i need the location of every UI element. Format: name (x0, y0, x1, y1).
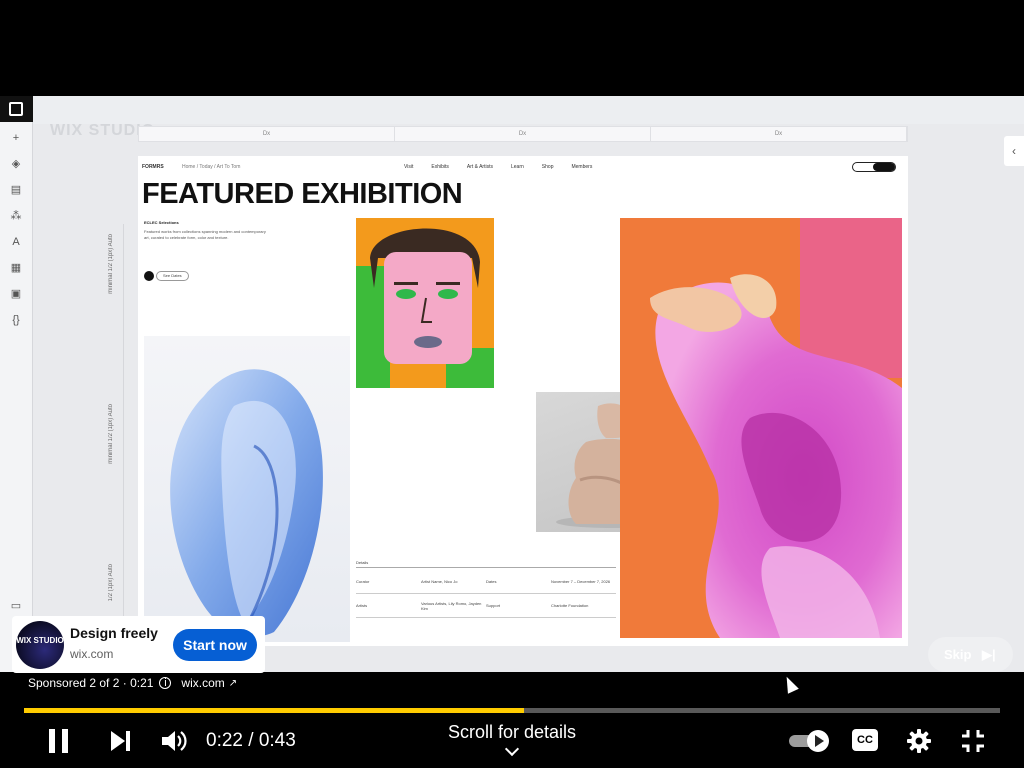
exit-fullscreen-icon (962, 730, 984, 752)
settings-button[interactable] (906, 728, 932, 754)
site-breadcrumb: Home / Today / Art To Tom (182, 164, 241, 170)
progress-bar[interactable] (24, 708, 1000, 713)
ruler-label: Dx (651, 127, 907, 141)
text-icon: A (12, 236, 20, 248)
ruler-label: Dx (395, 127, 651, 141)
editor-ruler: Dx Dx Dx (138, 126, 908, 142)
player-root: WIX STUDIO + ◈ ▤ ⁂ A ▦ ▣ {} ▭ Dx Dx Dx ‹… (0, 0, 1024, 768)
details-row: Artists Various Artists, Lily Romo, Jayd… (356, 594, 616, 618)
sponsored-info: Sponsored 2 of 2 · 0:21 i wix.com ↗ (28, 676, 237, 690)
advertiser-logo[interactable]: WIX STUDIO (16, 621, 64, 669)
sponsor-domain-link[interactable]: wix.com (181, 676, 224, 690)
progress-bar-fill (24, 708, 524, 713)
play-icon (807, 730, 829, 752)
ruler-side-label: minimal 1/2 (1px) Auto (108, 404, 114, 464)
settings-icon (907, 729, 931, 753)
glass-sculpture-image (144, 336, 350, 642)
chevron-left-icon: ‹ (1004, 136, 1024, 166)
intro-title: ECLEC Selections (144, 220, 179, 225)
skip-label: Skip (944, 647, 972, 662)
site-brand: FORMRS (142, 164, 164, 170)
ruler-side-label: minimal 1/2 (1px) Auto (108, 234, 114, 294)
skip-ad-button[interactable]: Skip ▶| (928, 637, 1013, 672)
site-nav: FORMRS Home / Today / Art To Tom Visit E… (142, 162, 902, 174)
external-link-icon: ↗ (228, 677, 238, 689)
scroll-hint-label: Scroll for details (447, 722, 577, 742)
time-display: 0:22 / 0:43 (206, 730, 296, 751)
ad-headline[interactable]: Design freely (70, 625, 158, 641)
ad-domain: wix.com (70, 647, 114, 661)
video-frame[interactable]: WIX STUDIO + ◈ ▤ ⁂ A ▦ ▣ {} ▭ Dx Dx Dx ‹… (0, 96, 1024, 672)
layers-icon: ◈ (11, 158, 21, 170)
apps-icon: ⁂ (10, 210, 22, 222)
add-icon: + (12, 132, 20, 144)
details-cell: Various Artists, Lily Romo, Jayden Kim (421, 600, 482, 611)
ruler-side-label: 1/2 (1px) Auto (108, 564, 114, 602)
media-icon: ▦ (10, 262, 22, 274)
exhibition-title: FEATURED EXHIBITION (142, 178, 463, 210)
details-title: Details (356, 560, 369, 565)
details-cell: Artists (356, 603, 368, 608)
site-canvas: FORMRS Home / Today / Art To Tom Visit E… (138, 156, 908, 646)
pause-button[interactable] (46, 724, 72, 758)
details-row: Curator Artist Name, Nico Jo Dates Novem… (356, 570, 616, 594)
see-dates-button: See Dates (144, 270, 189, 282)
exhibition-details: Details Curator Artist Name, Nico Jo Dat… (356, 560, 616, 618)
next-icon (111, 731, 130, 751)
volume-button[interactable] (160, 724, 188, 758)
ruler-label: Dx (139, 127, 395, 141)
details-cell: Curator (356, 579, 370, 584)
site-nav-links: Visit Exhibits Art & Artists Learn Shop … (404, 164, 592, 170)
site-nav-link: Visit (404, 164, 414, 170)
site-nav-link: Shop (541, 164, 554, 170)
editor-tool-rail: + ◈ ▤ ⁂ A ▦ ▣ {} ▭ (0, 96, 33, 672)
site-nav-link: Learn (511, 164, 524, 170)
details-cell: Charlotte Foundation (551, 603, 589, 608)
exit-fullscreen-button[interactable] (960, 728, 986, 754)
intro-block: ECLEC Selections Featured works from col… (144, 220, 272, 241)
cms-icon: ▣ (10, 288, 22, 300)
details-cell: Dates (486, 579, 497, 584)
next-button[interactable] (108, 724, 132, 758)
ad-card[interactable]: WIX STUDIO Design freely wix.com Start n… (12, 616, 265, 673)
page-icon: ▤ (10, 184, 22, 196)
details-cell: Support (486, 603, 501, 608)
scroll-for-details[interactable]: Scroll for details (412, 722, 612, 757)
site-nav-link: Members (571, 164, 593, 170)
captions-button[interactable]: CC (852, 729, 878, 751)
chevron-down-icon (504, 741, 520, 757)
details-cell: November 7 – December 7, 2026 (551, 579, 611, 584)
section-ruler: minimal 1/2 (1px) Auto minimal 1/2 (1px)… (106, 224, 124, 644)
pause-icon (49, 729, 68, 753)
autoplay-toggle[interactable] (789, 730, 831, 752)
site-toggle (852, 162, 896, 172)
see-dates-label: See Dates (156, 271, 189, 281)
info-icon[interactable]: i (159, 677, 172, 689)
site-nav-link: Exhibits (431, 164, 449, 170)
sponsored-count: Sponsored 2 of 2 · 0:21 (28, 676, 154, 690)
pop-art-portrait-image (356, 218, 494, 388)
code-icon: {} (12, 314, 20, 326)
abstract-fluid-art-image (620, 218, 902, 638)
start-now-button[interactable]: Start now (173, 629, 257, 661)
mouse-cursor-icon (781, 674, 799, 694)
skip-next-icon: ▶| (982, 647, 996, 662)
chat-icon: ▭ (10, 600, 22, 612)
volume-icon (162, 731, 187, 751)
editor-logo-icon (0, 96, 33, 122)
editor-top-bar (33, 96, 1024, 124)
arrow-icon (144, 271, 154, 281)
site-nav-link: Art & Artists (466, 164, 493, 170)
intro-text: Featured works from collections spanning… (144, 229, 266, 240)
details-cell: Artist Name, Nico Jo (421, 579, 458, 584)
